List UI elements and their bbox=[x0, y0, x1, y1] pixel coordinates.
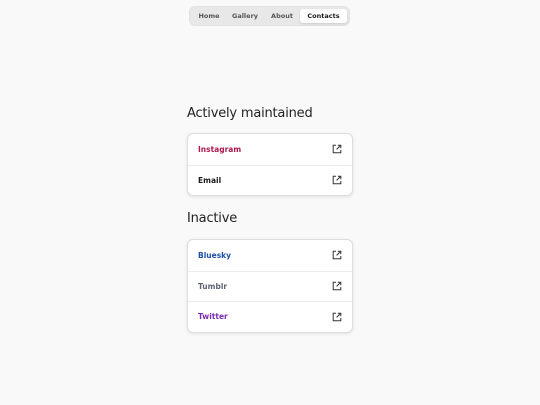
link-row-twitter[interactable]: Twitter bbox=[188, 301, 352, 332]
top-nav: Home Gallery About Contacts bbox=[190, 7, 349, 25]
nav-item-about[interactable]: About bbox=[264, 9, 300, 23]
link-label-instagram: Instagram bbox=[198, 144, 242, 154]
nav-item-gallery[interactable]: Gallery bbox=[226, 9, 264, 23]
external-link-icon bbox=[332, 281, 342, 291]
link-label-bluesky: Bluesky bbox=[198, 250, 232, 260]
link-row-email[interactable]: Email bbox=[188, 164, 352, 196]
link-row-bluesky[interactable]: Bluesky bbox=[188, 240, 352, 271]
nav-item-home[interactable]: Home bbox=[192, 9, 226, 23]
external-link-icon bbox=[332, 175, 342, 185]
nav-item-contacts[interactable]: Contacts bbox=[300, 9, 347, 23]
external-link-icon bbox=[332, 144, 342, 154]
link-row-instagram[interactable]: Instagram bbox=[188, 134, 352, 165]
external-link-icon bbox=[332, 312, 342, 322]
link-row-tumblr[interactable]: Tumblr bbox=[188, 270, 352, 302]
link-label-twitter: Twitter bbox=[198, 312, 228, 322]
link-label-email: Email bbox=[198, 175, 222, 185]
inactive-links-card: Bluesky Tumblr Twitter bbox=[187, 239, 353, 333]
section-title-inactive: Inactive bbox=[187, 211, 237, 226]
link-label-tumblr: Tumblr bbox=[198, 281, 228, 291]
external-link-icon bbox=[332, 250, 342, 260]
section-title-active: Actively maintained bbox=[187, 106, 313, 121]
active-links-card: Instagram Email bbox=[187, 133, 353, 196]
